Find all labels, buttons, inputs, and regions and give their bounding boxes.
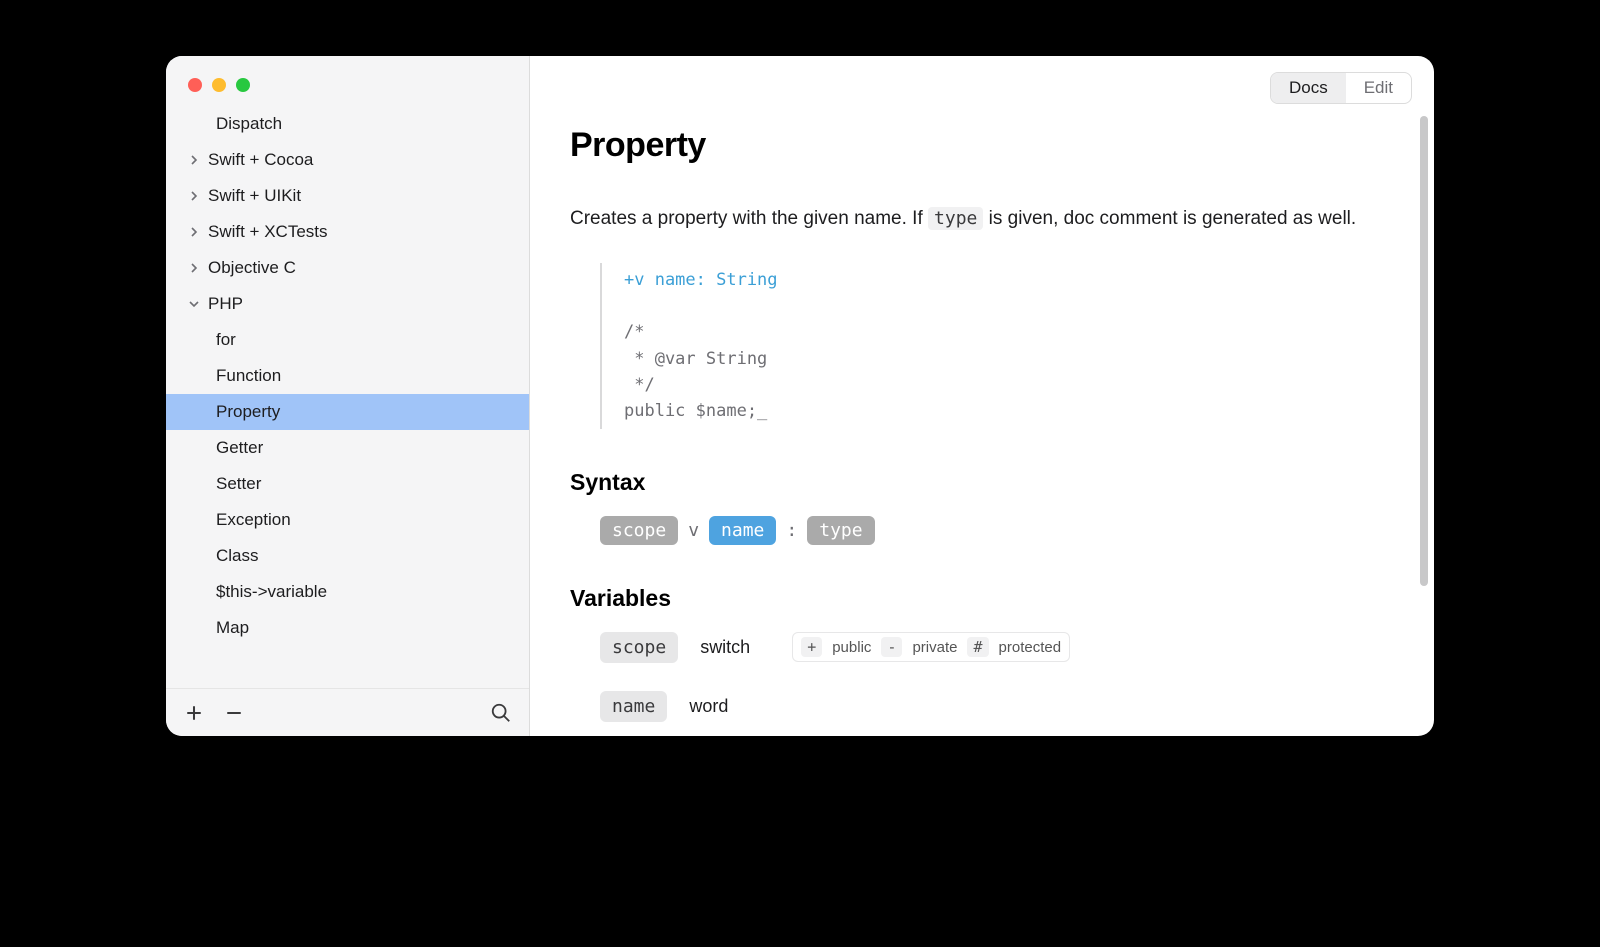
desc-text: is given, doc comment is generated as we… (983, 208, 1356, 229)
syntax-pill-name: name (709, 516, 776, 545)
sidebar-item[interactable]: for (166, 322, 529, 358)
sidebar-item[interactable]: Swift + UIKit (166, 178, 529, 214)
sidebar-item[interactable]: Setter (166, 466, 529, 502)
sidebar-item-label: Map (216, 618, 249, 638)
sidebar-item-label: Swift + Cocoa (208, 150, 313, 170)
sidebar-item[interactable]: Swift + Cocoa (166, 142, 529, 178)
sidebar-item[interactable]: Map (166, 610, 529, 646)
sidebar: Dispatch Swift + Cocoa Swift + UIKit Swift … (166, 56, 530, 736)
syntax-row: scope v name : type (570, 516, 1394, 545)
variable-option-value: protected (999, 639, 1062, 656)
code-example: +v name: String /* * @var String */ publ… (600, 263, 1394, 429)
sidebar-item[interactable]: Class (166, 538, 529, 574)
chevron-right-icon[interactable] (186, 227, 202, 237)
add-icon[interactable] (182, 701, 206, 725)
syntax-literal: v (688, 520, 699, 541)
sidebar-item[interactable]: Swift + XCTests (166, 214, 529, 250)
syntax-heading: Syntax (570, 469, 1394, 496)
sidebar-item-label: Getter (216, 438, 263, 458)
close-icon[interactable] (188, 78, 202, 92)
sidebar-item[interactable]: Dispatch (166, 106, 529, 142)
sidebar-item-label: for (216, 330, 236, 350)
variable-row: scope switch + public-private # protected (600, 632, 1394, 663)
sidebar-item[interactable]: $this->variable (166, 574, 529, 610)
sidebar-footer (166, 688, 529, 736)
chevron-down-icon[interactable] (186, 299, 202, 309)
variable-kind: word (689, 696, 759, 717)
variable-option-value: public (832, 639, 871, 656)
syntax-literal: : (786, 520, 797, 541)
maximize-icon[interactable] (236, 78, 250, 92)
desc-code: type (928, 207, 983, 230)
sidebar-item-label: Dispatch (216, 114, 282, 134)
content-pane: Property Creates a property with the giv… (530, 56, 1434, 736)
search-icon[interactable] (489, 701, 513, 725)
variable-option-value: private (912, 639, 957, 656)
code-highlight: +v name: String (624, 270, 778, 290)
minimize-icon[interactable] (212, 78, 226, 92)
traffic-lights (188, 78, 250, 92)
sidebar-item-label: PHP (208, 294, 243, 314)
scrollbar[interactable] (1420, 116, 1428, 586)
sidebar-item-label: $this->variable (216, 582, 327, 602)
sidebar-item-label: Property (216, 402, 280, 422)
variable-row: name word (600, 691, 1394, 722)
variable-name: scope (600, 632, 678, 663)
code-body: /* * @var String */ public $name;_ (624, 322, 767, 421)
app-window: Docs Edit Dispatch Swift + Cocoa Swift + U… (166, 56, 1434, 736)
remove-icon[interactable] (222, 701, 246, 725)
sidebar-item-label: Objective C (208, 258, 296, 278)
edit-tab[interactable]: Edit (1346, 73, 1411, 103)
sidebar-item-label: Swift + XCTests (208, 222, 328, 242)
sidebar-item[interactable]: Function (166, 358, 529, 394)
variable-option-key: # (967, 637, 988, 657)
sidebar-item[interactable]: Getter (166, 430, 529, 466)
mode-toggle: Docs Edit (1270, 72, 1412, 104)
chevron-right-icon[interactable] (186, 155, 202, 165)
sidebar-item-label: Class (216, 546, 259, 566)
sidebar-item-label: Exception (216, 510, 291, 530)
sidebar-item[interactable]: Property (166, 394, 529, 430)
docs-tab[interactable]: Docs (1271, 73, 1346, 103)
sidebar-item[interactable]: Objective C (166, 250, 529, 286)
variables-heading: Variables (570, 585, 1394, 612)
syntax-pill-type: type (807, 516, 874, 545)
sidebar-item-label: Swift + UIKit (208, 186, 301, 206)
variables-list: scope switch + public-private # protected name… (570, 632, 1394, 722)
variable-option-key: - (881, 637, 902, 657)
sidebar-tree: Dispatch Swift + Cocoa Swift + UIKit Swift … (166, 106, 529, 688)
variable-options: + public-private # protected (792, 632, 1070, 662)
desc-text: Creates a property with the given name. … (570, 208, 928, 229)
sidebar-item[interactable]: Exception (166, 502, 529, 538)
syntax-pill-scope: scope (600, 516, 678, 545)
page-description: Creates a property with the given name. … (570, 205, 1394, 233)
variable-option-key: + (801, 637, 822, 657)
variable-name: name (600, 691, 667, 722)
chevron-right-icon[interactable] (186, 263, 202, 273)
sidebar-item[interactable]: PHP (166, 286, 529, 322)
page-title: Property (570, 126, 1394, 165)
variable-kind: switch (700, 637, 770, 658)
chevron-right-icon[interactable] (186, 191, 202, 201)
sidebar-item-label: Setter (216, 474, 261, 494)
sidebar-item-label: Function (216, 366, 281, 386)
